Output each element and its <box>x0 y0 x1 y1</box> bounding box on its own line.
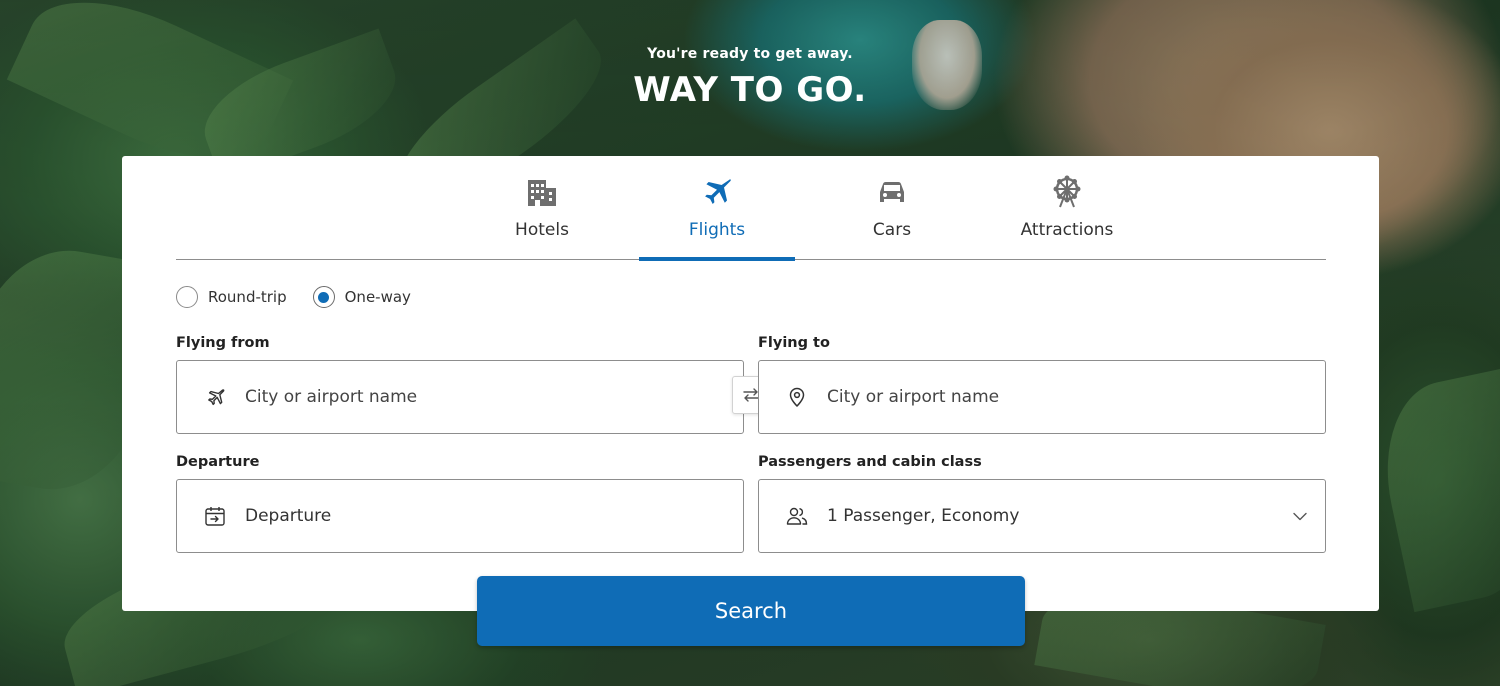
tab-flights-label: Flights <box>688 220 746 240</box>
tab-cars-label: Cars <box>872 220 912 240</box>
flying-to-field[interactable] <box>758 360 1326 434</box>
hero-subtitle: You're ready to get away. <box>647 46 853 62</box>
tab-hotels-label: Hotels <box>515 220 569 240</box>
tab-attractions-label: Attractions <box>1020 220 1114 240</box>
location-pin-icon <box>789 387 805 408</box>
round-trip-option[interactable]: Round-trip <box>176 286 287 308</box>
airplane-icon <box>705 179 731 204</box>
hero-title: WAY TO GO. <box>633 70 867 110</box>
departure-date-field[interactable]: Departure <box>176 479 744 553</box>
tab-cars[interactable]: Cars <box>814 156 970 260</box>
round-trip-radio[interactable] <box>176 286 198 308</box>
ferris-wheel-icon <box>1053 175 1081 208</box>
flying-to-input[interactable] <box>827 361 1325 433</box>
one-way-label: One-way <box>344 288 411 306</box>
departure-date-value: Departure <box>245 506 332 526</box>
chevron-down-icon <box>1293 512 1307 521</box>
search-button[interactable]: Search <box>477 576 1025 646</box>
round-trip-label: Round-trip <box>208 288 287 306</box>
flying-from-input[interactable] <box>245 361 743 433</box>
tab-attractions[interactable]: Attractions <box>989 156 1145 260</box>
calendar-icon <box>205 507 225 526</box>
passengers-cabin-select[interactable]: 1 Passenger, Economy <box>758 479 1326 553</box>
one-way-option[interactable]: One-way <box>312 286 411 308</box>
tab-flights[interactable]: Flights <box>639 156 795 261</box>
product-tabs: Hotels Flights Cars Attractions <box>176 156 1326 261</box>
trip-type-selector: Round-trip One-way <box>176 286 437 308</box>
car-icon <box>880 182 904 202</box>
hero-heading: You're ready to get away. WAY TO GO. <box>0 46 1500 110</box>
passengers-cabin-value: 1 Passenger, Economy <box>827 506 1020 526</box>
departing-plane-icon <box>208 389 225 406</box>
one-way-radio[interactable] <box>312 286 335 308</box>
radio-selected-dot <box>318 291 330 303</box>
flying-from-label: Flying from <box>176 335 270 351</box>
tab-hotels[interactable]: Hotels <box>464 156 620 260</box>
passengers-icon <box>786 507 808 525</box>
search-card: Hotels Flights Cars Attractions Round-tr… <box>122 156 1379 611</box>
passengers-label: Passengers and cabin class <box>758 454 982 470</box>
flying-to-label: Flying to <box>758 335 830 351</box>
flying-from-field[interactable] <box>176 360 744 434</box>
hotel-icon <box>528 180 556 206</box>
departure-label: Departure <box>176 454 260 470</box>
